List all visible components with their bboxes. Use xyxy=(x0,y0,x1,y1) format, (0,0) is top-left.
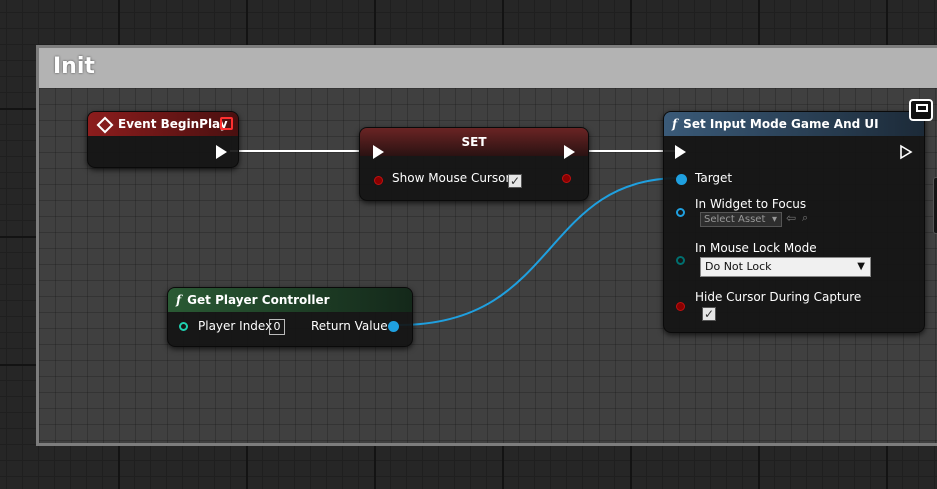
set-node-header[interactable]: SET xyxy=(360,128,588,156)
chevron-down-icon: ▾ xyxy=(771,214,777,225)
event-beginplay-title: Event BeginPlay xyxy=(118,117,228,131)
get-player-controller-title: Get Player Controller xyxy=(187,293,330,307)
lock-mode-label: In Mouse Lock Mode xyxy=(695,241,817,255)
set-input-mode-title: Set Input Mode Game And UI xyxy=(683,117,879,131)
exec-in-pin[interactable] xyxy=(675,145,686,159)
event-diamond-icon xyxy=(96,116,114,133)
lock-mode-select[interactable]: Do Not Lock ▼ xyxy=(700,257,871,277)
set-input-mode-node[interactable]: f Set Input Mode Game And UI Target In Wi… xyxy=(663,111,925,333)
lock-mode-value: Do Not Lock xyxy=(705,260,772,273)
hide-cursor-checkbox[interactable]: ✓ xyxy=(702,307,716,321)
hide-cursor-pin[interactable] xyxy=(676,302,685,311)
dropdown-arrow-icon: ▼ xyxy=(857,261,865,272)
set-input-mode-header[interactable]: f Set Input Mode Game And UI xyxy=(664,112,924,136)
target-label: Target xyxy=(695,171,733,185)
widget-focus-label: In Widget to Focus xyxy=(695,197,807,211)
select-asset-dropdown[interactable]: Select Asset ▾ xyxy=(700,212,782,227)
exec-out-pin[interactable] xyxy=(564,145,575,159)
hide-cursor-label: Hide Cursor During Capture xyxy=(695,290,862,304)
exec-in-pin[interactable] xyxy=(373,145,384,159)
get-player-controller-node[interactable]: f Get Player Controller Player Index 0 Re… xyxy=(167,287,413,347)
monitor-screen-icon xyxy=(916,104,928,112)
exec-out-pin[interactable] xyxy=(216,145,227,159)
show-mouse-cursor-checkbox[interactable]: ✓ xyxy=(508,174,522,188)
player-index-label: Player Index xyxy=(198,319,273,333)
bool-out-pin[interactable] xyxy=(562,174,571,183)
bool-in-pin[interactable] xyxy=(374,176,383,185)
widget-focus-pin[interactable] xyxy=(676,208,685,217)
select-asset-text: Select Asset xyxy=(704,214,766,225)
lock-mode-pin[interactable] xyxy=(676,256,685,265)
offscreen-node-edge[interactable] xyxy=(933,177,937,234)
function-icon: f xyxy=(176,293,182,307)
return-value-pin[interactable] xyxy=(388,321,399,332)
player-index-pin[interactable] xyxy=(179,322,188,331)
show-mouse-cursor-label: Show Mouse Cursor xyxy=(392,171,511,185)
exec-out-pin[interactable] xyxy=(899,144,913,160)
set-show-mouse-cursor-node[interactable]: SET Show Mouse Cursor ✓ xyxy=(359,127,589,201)
player-index-value: 0 xyxy=(273,320,281,333)
function-icon: f xyxy=(672,117,678,131)
delegate-pin-icon[interactable] xyxy=(220,117,233,130)
event-beginplay-header[interactable]: Event BeginPlay xyxy=(88,112,238,136)
target-pin[interactable] xyxy=(676,174,687,185)
get-player-controller-header[interactable]: f Get Player Controller xyxy=(168,288,412,312)
client-only-monitor-icon xyxy=(909,99,933,121)
use-selected-asset-arrow-icon[interactable]: ⇦ xyxy=(786,211,796,225)
event-beginplay-node[interactable]: Event BeginPlay xyxy=(87,111,239,168)
return-value-label: Return Value xyxy=(311,319,388,333)
set-node-title: SET xyxy=(461,135,487,149)
browse-search-icon[interactable]: ⌕ xyxy=(802,211,808,225)
player-index-input[interactable]: 0 xyxy=(269,319,285,335)
